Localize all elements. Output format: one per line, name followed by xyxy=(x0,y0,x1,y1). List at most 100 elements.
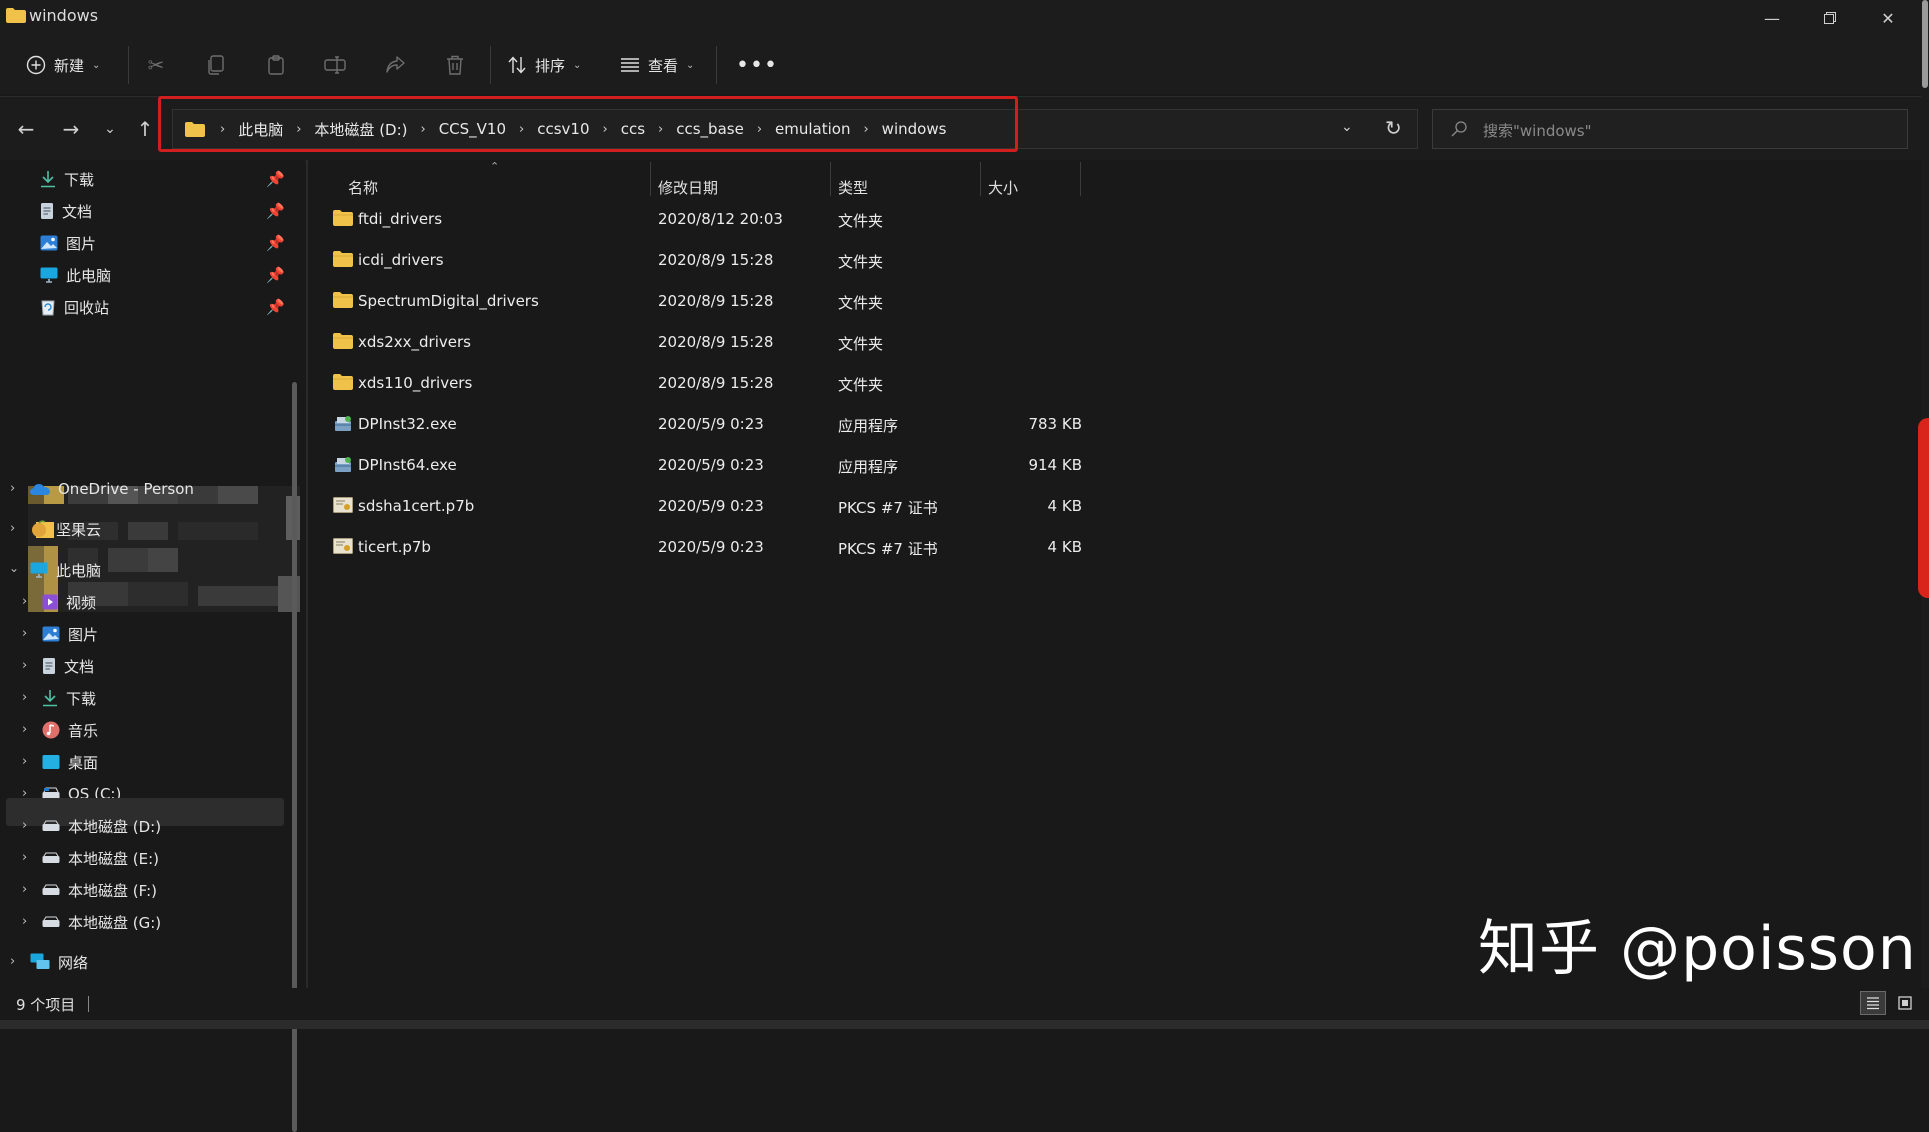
pin-icon[interactable]: 📌 xyxy=(266,266,285,284)
chevron-right-icon[interactable]: › xyxy=(22,850,27,865)
column-header-name[interactable]: 名称 xyxy=(348,170,378,204)
sidebar-item-pictures[interactable]: › 图片 xyxy=(0,619,290,649)
pin-icon[interactable]: 📌 xyxy=(266,234,285,252)
recent-locations-button[interactable]: ⌄ xyxy=(94,113,126,145)
refresh-button[interactable]: ↻ xyxy=(1385,116,1402,140)
table-row[interactable]: icdi_drivers 2020/8/9 15:28 文件夹 xyxy=(306,241,1086,281)
column-divider[interactable] xyxy=(980,162,981,196)
sidebar-item-videos[interactable]: › 视频 xyxy=(0,587,290,617)
tiles-view-button[interactable] xyxy=(1892,991,1918,1015)
item-count: 9 个项目 xyxy=(16,996,76,1014)
file-type: 文件夹 xyxy=(838,376,884,394)
chevron-right-icon[interactable]: › xyxy=(22,658,27,673)
pin-icon[interactable]: 📌 xyxy=(266,202,285,220)
folder-icon xyxy=(333,374,353,390)
chevron-right-icon[interactable]: › xyxy=(22,754,27,769)
paste-button[interactable] xyxy=(261,50,291,80)
folder-icon xyxy=(333,333,353,349)
pin-icon[interactable]: 📌 xyxy=(266,298,285,316)
chevron-right-icon[interactable]: › xyxy=(22,594,27,609)
sidebar-item-onedrive[interactable]: › OneDrive - Person xyxy=(0,474,290,504)
up-button[interactable]: ↑ xyxy=(129,113,161,145)
sidebar-item-documents[interactable]: › 文档 xyxy=(0,651,290,681)
view-button[interactable]: 查看 ⌄ xyxy=(620,50,694,80)
minimize-button[interactable]: — xyxy=(1742,0,1802,36)
address-history-button[interactable]: ⌄ xyxy=(1341,119,1353,135)
background-edge xyxy=(1918,418,1929,598)
sidebar-item-desktop[interactable]: › 桌面 xyxy=(0,747,290,777)
sidebar-item-this-pc-expanded[interactable]: ⌄ 此电脑 xyxy=(0,555,290,585)
table-row[interactable]: xds110_drivers 2020/8/9 15:28 文件夹 xyxy=(306,364,1086,404)
column-header-size[interactable]: 大小 xyxy=(988,170,1018,204)
close-icon: ✕ xyxy=(1881,8,1895,28)
sidebar-item-drive-f[interactable]: › 本地磁盘 (F:) xyxy=(0,875,290,905)
sidebar-item-documents[interactable]: 文档 📌 xyxy=(40,196,290,226)
close-button[interactable]: ✕ xyxy=(1858,0,1918,36)
chevron-right-icon[interactable]: › xyxy=(10,521,15,536)
sidebar-item-recycle-bin[interactable]: 回收站 📌 xyxy=(40,292,290,322)
sidebar-item-drive-e[interactable]: › 本地磁盘 (E:) xyxy=(0,843,290,873)
this-pc-icon xyxy=(40,267,58,283)
tiles-view-icon xyxy=(1898,996,1912,1010)
sidebar-item-pictures[interactable]: 图片 📌 xyxy=(40,228,290,258)
window-scrollbar-thumb[interactable] xyxy=(1922,0,1928,88)
search-input[interactable]: 搜索"windows" xyxy=(1432,109,1908,149)
sidebar-item-label: 此电脑 xyxy=(66,266,112,285)
sort-button[interactable]: 排序 ⌄ xyxy=(507,50,581,80)
details-view-button[interactable] xyxy=(1860,991,1886,1015)
column-header-modified[interactable]: 修改日期 xyxy=(658,170,718,204)
file-date: 2020/5/9 0:23 xyxy=(658,415,764,433)
sidebar-item-this-pc[interactable]: 此电脑 📌 xyxy=(40,260,290,290)
installer-icon xyxy=(335,457,351,472)
chevron-right-icon[interactable]: › xyxy=(22,914,27,929)
table-row[interactable]: xds2xx_drivers 2020/8/9 15:28 文件夹 xyxy=(306,323,1086,363)
table-row[interactable]: DPInst64.exe 2020/5/9 0:23 应用程序 914 KB xyxy=(306,446,1086,486)
table-row[interactable]: sdsha1cert.p7b 2020/5/9 0:23 PKCS #7 证书 … xyxy=(306,487,1086,527)
chevron-right-icon[interactable]: › xyxy=(22,690,27,705)
chevron-right-icon[interactable]: › xyxy=(22,818,27,833)
sidebar-item-music[interactable]: › 音乐 xyxy=(0,715,290,745)
forward-button[interactable]: → xyxy=(55,113,87,145)
maximize-button[interactable] xyxy=(1800,0,1860,36)
table-row[interactable]: DPInst32.exe 2020/5/9 0:23 应用程序 783 KB xyxy=(306,405,1086,445)
table-row[interactable]: SpectrumDigital_drivers 2020/8/9 15:28 文… xyxy=(306,282,1086,322)
chevron-right-icon[interactable]: › xyxy=(10,954,15,969)
table-row[interactable]: ftdi_drivers 2020/8/12 20:03 文件夹 xyxy=(306,200,1086,240)
more-button[interactable]: ••• xyxy=(736,50,778,80)
file-type: 文件夹 xyxy=(838,253,884,271)
chevron-right-icon[interactable]: › xyxy=(22,722,27,737)
chevron-right-icon[interactable]: › xyxy=(10,481,15,496)
annotation-highlight-box xyxy=(158,96,1018,152)
column-divider[interactable] xyxy=(650,162,651,196)
delete-button[interactable] xyxy=(440,50,470,80)
sidebar-item-network[interactable]: › 网络 xyxy=(0,947,290,977)
pin-icon[interactable]: 📌 xyxy=(266,170,285,188)
sidebar-item-drive-d[interactable]: › 本地磁盘 (D:) xyxy=(0,811,290,841)
copy-button[interactable] xyxy=(201,50,231,80)
more-icon: ••• xyxy=(736,52,778,78)
column-divider[interactable] xyxy=(1080,162,1081,196)
sidebar-item-drive-g[interactable]: › 本地磁盘 (G:) xyxy=(0,907,290,937)
rename-icon xyxy=(324,56,346,74)
navigation-pane: 下载 📌 文档 📌 图片 📌 此电脑 📌 回收站 📌 › OneDrive - … xyxy=(0,160,305,1132)
rename-button[interactable] xyxy=(320,50,350,80)
file-name: DPInst32.exe xyxy=(358,415,457,433)
cut-button[interactable]: ✂ xyxy=(141,50,171,80)
back-button[interactable]: ← xyxy=(10,113,42,145)
sidebar-item-jianguoyun[interactable]: › 坚果云 xyxy=(0,514,290,544)
copy-icon xyxy=(208,55,224,75)
column-header-type[interactable]: 类型 xyxy=(838,170,868,204)
sidebar-item-downloads[interactable]: 下载 📌 xyxy=(40,164,290,194)
share-button[interactable] xyxy=(380,50,410,80)
chevron-down-icon[interactable]: ⌄ xyxy=(9,561,19,575)
minimize-icon: — xyxy=(1764,8,1780,28)
add-icon xyxy=(26,55,46,75)
chevron-right-icon[interactable]: › xyxy=(22,882,27,897)
column-divider[interactable] xyxy=(830,162,831,196)
sidebar-item-downloads[interactable]: › 下载 xyxy=(0,683,290,713)
table-row[interactable]: ticert.p7b 2020/5/9 0:23 PKCS #7 证书 4 KB xyxy=(306,528,1086,568)
chevron-right-icon[interactable]: › xyxy=(22,626,27,641)
sidebar-item-label: 下载 xyxy=(64,170,95,189)
search-placeholder: 搜索"windows" xyxy=(1483,122,1592,140)
new-button[interactable]: 新建 ⌄ xyxy=(26,50,100,80)
